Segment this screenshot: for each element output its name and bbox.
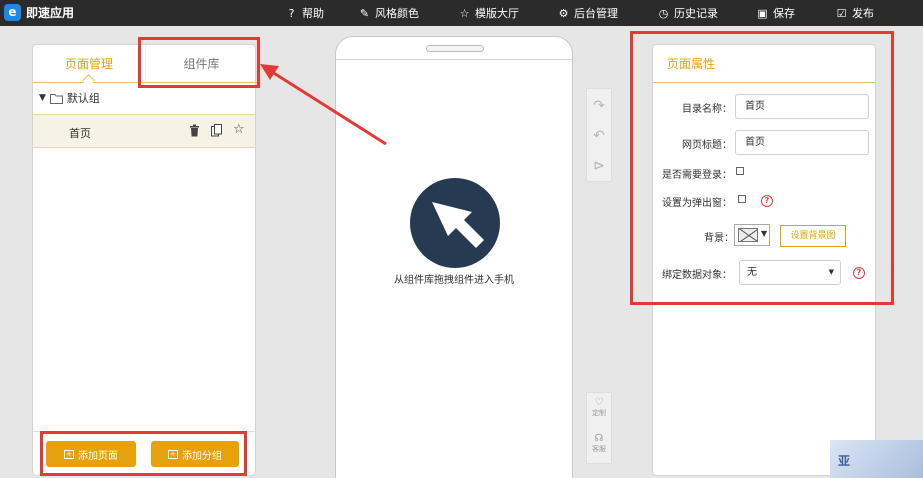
bind-data-select[interactable]: 无 ▼ [739, 260, 841, 285]
play-icon: ⊳ [593, 158, 605, 174]
palette-icon: ✎ [359, 6, 370, 20]
star-icon[interactable]: ☆ [233, 122, 245, 137]
add-group-label: 添加分组 [182, 450, 222, 462]
customer-service-button[interactable]: ☊ 客服 [587, 433, 611, 454]
cursor-arrow-icon [432, 202, 484, 248]
app-title: 即速应用 [26, 6, 75, 20]
star-icon: ☆ [459, 6, 470, 20]
trash-icon[interactable] [189, 124, 200, 137]
drag-hint-circle [410, 178, 500, 268]
nav-template-hall[interactable]: ☆ 模版大厅 [458, 5, 519, 21]
caret-down-icon: ▼ [761, 229, 768, 238]
nav-publish-label: 发布 [852, 7, 874, 20]
redo-button[interactable]: ↷ [587, 91, 611, 121]
add-page-button[interactable]: + 添加页面 [46, 441, 136, 467]
customize-button[interactable]: ♡ 定制 [587, 397, 611, 418]
customer-service-icon: ☊ [594, 433, 604, 444]
canvas-toolbar: ↷ ↶ ⊳ [586, 88, 612, 182]
help-icon: ? [288, 6, 295, 20]
undo-icon: ↶ [593, 128, 605, 144]
page-title-input[interactable]: 首页 [735, 130, 869, 155]
copy-icon[interactable] [211, 124, 223, 137]
tab-page-management[interactable]: 页面管理 [33, 45, 145, 83]
background-label: 背景： [704, 233, 734, 244]
nav-backend[interactable]: ⚙ 后台管理 [557, 5, 618, 21]
customize-icon: ♡ [594, 397, 604, 408]
redo-icon: ↷ [593, 98, 605, 114]
page-management-panel: 页面管理 组件库 ▼ 默认组 首页 ☆ + 添加页面 + 添加分组 [32, 44, 257, 476]
top-bar: e 即速应用 ? 帮助 ✎ 风格颜色 ☆ 模版大厅 ⚙ 后台管理 ◷ 历史记录 … [0, 0, 923, 26]
page-item-label: 首页 [69, 127, 91, 140]
gear-icon: ⚙ [558, 6, 569, 20]
phone-divider [336, 59, 572, 60]
popup-label: 设置为弹出窗： [662, 198, 732, 209]
add-page-icon: + [64, 449, 74, 459]
nav-backend-label: 后台管理 [574, 7, 618, 20]
nav-publish[interactable]: ☑ 发布 [835, 5, 874, 21]
nav-template-hall-label: 模版大厅 [475, 7, 519, 20]
preview-button[interactable]: ⊳ [587, 151, 611, 181]
popup-help-icon[interactable]: ? [761, 195, 773, 207]
set-background-image-button[interactable]: 设置背景图 [780, 225, 846, 247]
folder-icon [49, 93, 63, 104]
bind-data-help-icon[interactable]: ? [853, 267, 865, 279]
need-login-label: 是否需要登录： [662, 170, 732, 181]
page-properties-title: 页面属性 [653, 45, 875, 83]
bind-data-value: 无 [747, 267, 757, 278]
nav-help-label: 帮助 [302, 7, 324, 20]
background-color-picker[interactable]: ▼ [734, 224, 770, 246]
add-page-label: 添加页面 [78, 450, 118, 462]
left-panel-footer: + 添加页面 + 添加分组 [33, 431, 255, 475]
add-group-button[interactable]: + 添加分组 [151, 441, 239, 467]
watermark-logo: 亚 [830, 440, 923, 478]
nav-history[interactable]: ◷ 历史记录 [657, 5, 718, 21]
add-group-icon: + [168, 449, 178, 459]
group-label: 默认组 [66, 92, 100, 105]
customize-label: 定制 [592, 409, 606, 417]
page-title-label: 网页标题： [682, 140, 732, 151]
popup-checkbox[interactable] [738, 195, 746, 203]
bind-data-label: 绑定数据对象： [662, 270, 732, 281]
phone-canvas[interactable]: 从组件库拖拽组件进入手机 [335, 36, 573, 478]
nav-save[interactable]: ▣ 保存 [756, 5, 795, 21]
support-toolbar: ♡ 定制 ☊ 客服 [586, 392, 612, 464]
nav-style-color-label: 风格颜色 [375, 7, 419, 20]
dir-name-label: 目录名称： [682, 104, 732, 115]
dir-name-input[interactable]: 首页 [735, 94, 869, 119]
publish-icon: ☑ [836, 6, 847, 20]
no-color-icon [738, 228, 758, 242]
nav-help[interactable]: ? 帮助 [285, 5, 324, 21]
history-icon: ◷ [658, 6, 669, 20]
customer-service-label: 客服 [592, 445, 606, 453]
phone-speaker [426, 45, 484, 52]
page-list-item[interactable]: 首页 ☆ [33, 114, 255, 148]
nav-style-color[interactable]: ✎ 风格颜色 [358, 5, 419, 21]
nav-save-label: 保存 [773, 7, 795, 20]
undo-button[interactable]: ↶ [587, 121, 611, 151]
app-logo: e [4, 4, 21, 21]
chevron-down-icon: ▼ [828, 268, 834, 276]
drag-hint-text: 从组件库拖拽组件进入手机 [394, 275, 514, 286]
tab-component-library[interactable]: 组件库 [145, 45, 257, 83]
nav-history-label: 历史记录 [674, 7, 718, 20]
need-login-checkbox[interactable] [736, 167, 744, 175]
save-icon: ▣ [757, 6, 768, 20]
group-default[interactable]: ▼ 默认组 [39, 90, 100, 106]
caret-down-icon[interactable]: ▼ [39, 93, 46, 103]
